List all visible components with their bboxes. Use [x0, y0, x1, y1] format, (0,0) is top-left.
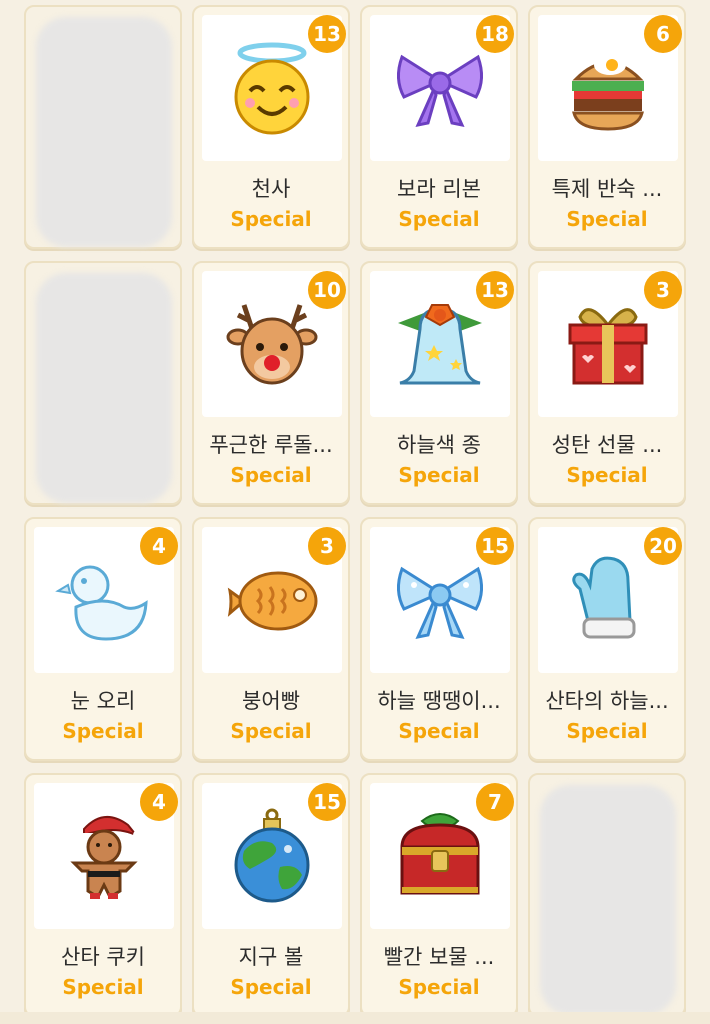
treasure-chest-icon [400, 813, 480, 895]
blurred-area [540, 785, 676, 1015]
item-tag: Special [566, 463, 648, 487]
item-name: 보라 리본 [397, 177, 481, 201]
angel-icon [234, 42, 310, 135]
item-name: 하늘 땡땡이... [377, 689, 501, 713]
count-badge: 7 [476, 783, 514, 821]
item-name: 하늘색 종 [397, 433, 481, 457]
item-card-gift[interactable]: 3 성탄 선물 ... Special [528, 261, 686, 505]
purple-ribbon-icon [397, 54, 483, 128]
item-name: 산타 쿠키 [61, 945, 145, 969]
item-tag: Special [398, 975, 480, 999]
count-badge: 3 [644, 271, 682, 309]
item-tag: Special [62, 719, 144, 743]
item-tag: Special [230, 719, 312, 743]
item-tag: Special [398, 207, 480, 231]
gift-icon [568, 308, 648, 385]
item-name: 눈 오리 [70, 689, 136, 713]
fish-bread-icon [227, 571, 318, 631]
item-tag: Special [62, 975, 144, 999]
bell-icon [398, 304, 482, 385]
earth-ornament-icon [234, 808, 310, 903]
count-badge: 15 [476, 527, 514, 565]
snow-duck-icon [55, 565, 148, 641]
item-card-treasure-chest[interactable]: 7 빨간 보물 ... Special [360, 773, 518, 1017]
item-card-hidden [24, 261, 182, 505]
item-tag: Special [398, 463, 480, 487]
item-tag: Special [398, 719, 480, 743]
blurred-area [36, 273, 172, 503]
item-card-hidden [24, 5, 182, 249]
item-name: 천사 [251, 177, 291, 201]
item-name: 산타의 하늘... [545, 689, 669, 713]
item-card-earth-ornament[interactable]: 15 지구 볼 Special [192, 773, 350, 1017]
item-name: 빨간 보물 ... [383, 945, 495, 969]
item-card-angel[interactable]: 13 천사 Special [192, 5, 350, 249]
count-badge: 15 [308, 783, 346, 821]
item-tag: Special [566, 207, 648, 231]
item-grid: 13 천사 Special 18 보라 리본 Special 6 특제 반숙 .… [0, 0, 710, 1024]
item-card-hidden [528, 773, 686, 1017]
item-card-fish-bread[interactable]: 3 붕어빵 Special [192, 517, 350, 761]
count-badge: 6 [644, 15, 682, 53]
item-card-burger[interactable]: 6 특제 반숙 ... Special [528, 5, 686, 249]
reindeer-icon [226, 304, 318, 385]
item-tag: Special [230, 463, 312, 487]
item-card-mitten[interactable]: 20 산타의 하늘... Special [528, 517, 686, 761]
item-card-reindeer[interactable]: 10 푸근한 루돌... Special [192, 261, 350, 505]
count-badge: 13 [476, 271, 514, 309]
count-badge: 18 [476, 15, 514, 53]
count-badge: 13 [308, 15, 346, 53]
item-card-gingerbread[interactable]: 4 산타 쿠키 Special [24, 773, 182, 1017]
item-card-blue-ribbon[interactable]: 15 하늘 땡땡이... Special [360, 517, 518, 761]
item-name: 성탄 선물 ... [551, 433, 663, 457]
count-badge: 4 [140, 527, 178, 565]
item-card-snow-duck[interactable]: 4 눈 오리 Special [24, 517, 182, 761]
item-tag: Special [566, 719, 648, 743]
item-name: 지구 볼 [238, 945, 304, 969]
blurred-area [36, 17, 172, 247]
item-name: 붕어빵 [242, 689, 300, 713]
item-tag: Special [230, 207, 312, 231]
gingerbread-icon [70, 816, 143, 900]
count-badge: 3 [308, 527, 346, 565]
item-card-bell[interactable]: 13 하늘색 종 Special [360, 261, 518, 505]
count-badge: 4 [140, 783, 178, 821]
item-tag: Special [230, 975, 312, 999]
count-badge: 10 [308, 271, 346, 309]
count-badge: 20 [644, 527, 682, 565]
blue-ribbon-icon [397, 566, 483, 640]
burger-icon [572, 55, 644, 131]
item-name: 특제 반숙 ... [551, 177, 663, 201]
item-name: 푸근한 루돌... [209, 433, 333, 457]
mitten-icon [572, 556, 636, 639]
item-card-purple-ribbon[interactable]: 18 보라 리본 Special [360, 5, 518, 249]
bottom-edge [0, 1012, 710, 1024]
